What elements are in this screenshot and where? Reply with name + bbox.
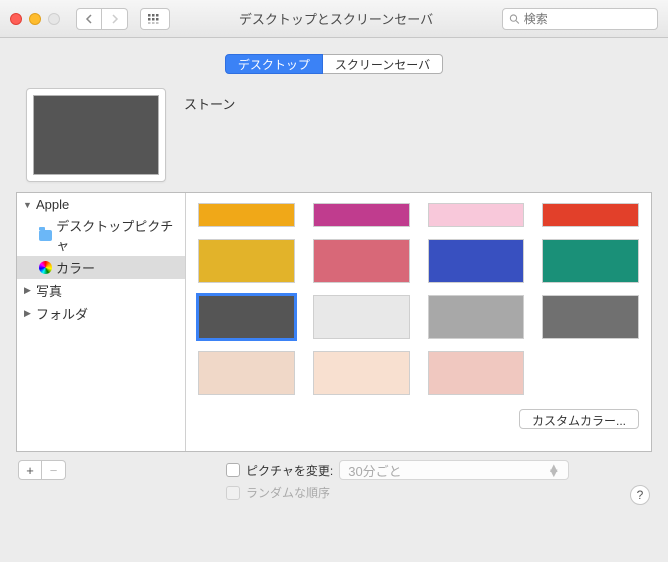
swatch-area: カスタムカラー... [186,193,651,451]
sidebar-item-folders[interactable]: ▶ フォルダ [17,302,185,325]
sidebar-item-colors[interactable]: カラー [17,256,185,279]
custom-color-button[interactable]: カスタムカラー... [519,409,639,429]
forward-button[interactable] [102,8,128,30]
minimize-window-button[interactable] [29,13,41,25]
color-swatch[interactable] [198,239,295,283]
color-swatch[interactable] [198,351,295,395]
desktop-preview [26,88,166,182]
traffic-lights [10,13,60,25]
sidebar-label: フォルダ [36,304,88,323]
color-swatch[interactable] [428,351,525,395]
change-interval-select: 30分ごと ▲▼ [339,460,569,480]
source-sidebar: ▼ Apple デスクトップピクチャ カラー ▶ 写真 ▶ フォルダ [17,193,186,451]
show-all-button[interactable] [140,8,170,30]
sidebar-item-desktop-pictures[interactable]: デスクトップピクチャ [17,214,185,256]
add-folder-button[interactable]: + [18,460,42,480]
color-swatch[interactable] [198,295,295,339]
select-value: 30分ごと [348,461,401,480]
disclosure-right-icon: ▶ [23,286,32,295]
nav-buttons [76,8,128,30]
content: デスクトップ スクリーンセーバ ストーン ▼ Apple デスクトップピクチャ … [0,38,668,515]
stepper-icon: ▲▼ [547,465,560,475]
change-picture-row: ピクチャを変更: 30分ごと ▲▼ [226,460,620,480]
color-swatch[interactable] [313,203,410,227]
preview-name: ストーン [184,88,235,182]
color-swatch[interactable] [428,239,525,283]
help-button[interactable]: ? [630,485,650,505]
folder-icon [39,230,52,241]
color-swatch[interactable] [313,351,410,395]
search-input[interactable] [524,12,651,26]
window-title: デスクトップとスクリーンセーバ [178,9,494,28]
change-picture-checkbox[interactable] [226,463,240,477]
sidebar-label: デスクトップピクチャ [56,216,179,254]
sidebar-label: Apple [36,197,69,212]
custom-color-row: カスタムカラー... [198,409,639,429]
search-field[interactable] [502,8,658,30]
color-swatch[interactable] [198,203,295,227]
sidebar-label: カラー [56,258,95,277]
color-swatch[interactable] [313,239,410,283]
random-order-row: ランダムな順序 [226,484,620,501]
close-window-button[interactable] [10,13,22,25]
sidebar-item-apple[interactable]: ▼ Apple [17,195,185,214]
main-panel: ▼ Apple デスクトップピクチャ カラー ▶ 写真 ▶ フォルダ [16,192,652,452]
disclosure-down-icon: ▼ [23,200,32,209]
back-button[interactable] [76,8,102,30]
disclosure-right-icon: ▶ [23,309,32,318]
swatch-grid [198,203,639,395]
tab-screensaver[interactable]: スクリーンセーバ [323,54,443,74]
bottom-row: + − ピクチャを変更: 30分ごと ▲▼ ランダムな順序 ? [16,460,652,505]
color-swatch[interactable] [428,203,525,227]
zoom-window-button [48,13,60,25]
tab-bar: デスクトップ スクリーンセーバ [16,54,652,74]
remove-folder-button: − [42,460,66,480]
random-order-checkbox [226,486,240,500]
search-icon [509,13,520,25]
color-swatch[interactable] [542,203,639,227]
color-swatch[interactable] [542,239,639,283]
add-remove-buttons: + − [18,460,66,480]
sidebar-item-photos[interactable]: ▶ 写真 [17,279,185,302]
tab-desktop[interactable]: デスクトップ [225,54,323,74]
color-swatch[interactable] [428,295,525,339]
sidebar-label: 写真 [36,281,62,300]
titlebar: デスクトップとスクリーンセーバ [0,0,668,38]
preview-swatch [33,95,159,175]
random-order-label: ランダムな順序 [246,484,330,501]
color-swatch[interactable] [542,295,639,339]
color-wheel-icon [39,261,52,274]
preview-row: ストーン [26,88,652,182]
options: ピクチャを変更: 30分ごと ▲▼ ランダムな順序 [226,460,620,505]
change-picture-label: ピクチャを変更: [246,462,333,479]
color-swatch[interactable] [313,295,410,339]
